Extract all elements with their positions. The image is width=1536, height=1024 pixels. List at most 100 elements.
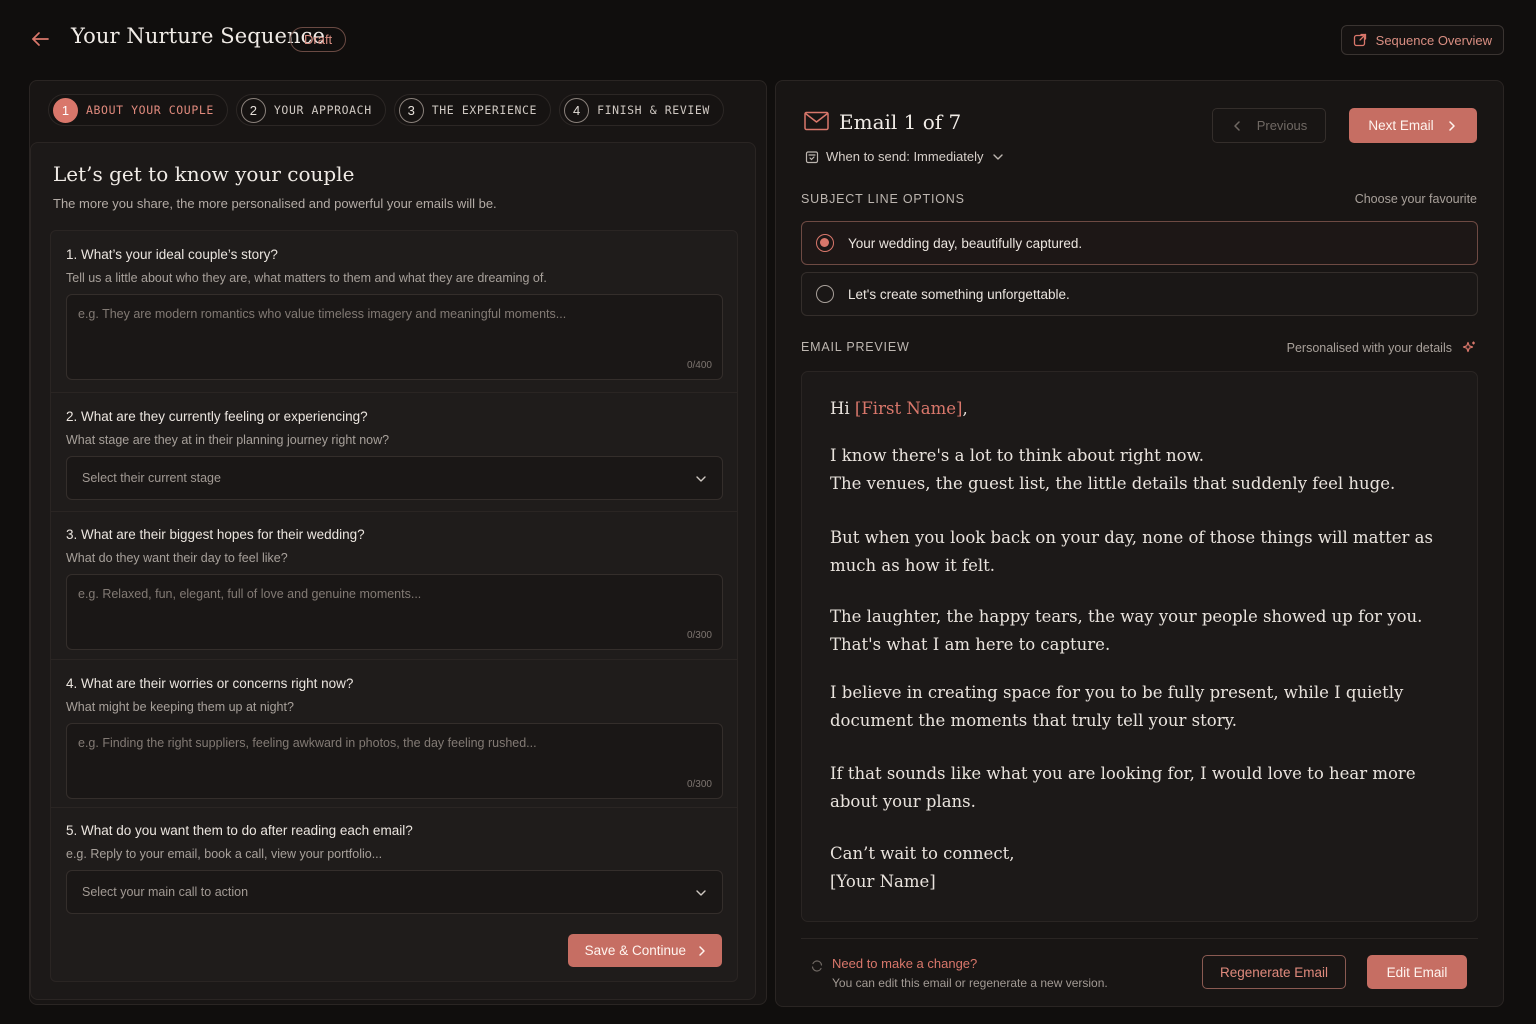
wedding-hopes-textarea[interactable]: e.g. Relaxed, fun, elegant, full of love… bbox=[66, 574, 723, 650]
call-to-action-select[interactable]: Select your main call to action bbox=[66, 870, 723, 914]
email-body-preview: Hi [First Name], I know there's a lot to… bbox=[801, 371, 1478, 922]
textarea-placeholder: e.g. Relaxed, fun, elegant, full of love… bbox=[78, 587, 422, 601]
character-count: 0/300 bbox=[686, 779, 712, 790]
top-bar: Your Nurture Sequence Draft Sequence Ove… bbox=[0, 0, 1536, 80]
signature-token: [Your Name] bbox=[830, 872, 936, 891]
email-line: The venues, the guest list, the little d… bbox=[830, 474, 1396, 493]
divider bbox=[51, 659, 737, 660]
step-label: FINISH & REVIEW bbox=[597, 103, 710, 117]
textarea-placeholder: e.g. They are modern romantics who value… bbox=[78, 307, 567, 321]
select-placeholder: Select your main call to action bbox=[82, 885, 249, 899]
email-line: But when you look back on your day, none… bbox=[830, 528, 1433, 547]
change-title: Need to make a change? bbox=[832, 956, 978, 971]
refresh-icon bbox=[811, 960, 823, 972]
chevron-left-icon bbox=[1233, 120, 1240, 131]
character-count: 0/300 bbox=[686, 630, 712, 641]
question-2: 2. What are they currently feeling or ex… bbox=[66, 409, 723, 500]
form-heading: Let’s get to know your couple bbox=[53, 162, 355, 186]
textarea-placeholder: e.g. Finding the right suppliers, feelin… bbox=[78, 736, 537, 750]
email-greeting: Hi [First Name], bbox=[830, 395, 968, 423]
arrow-left-icon[interactable] bbox=[28, 27, 52, 51]
preview-hint: Personalised with your details bbox=[1287, 340, 1477, 356]
greeting-text: Hi bbox=[830, 399, 855, 418]
step-number: 3 bbox=[398, 97, 424, 123]
divider bbox=[51, 807, 737, 808]
step-tab-your-approach[interactable]: 2 YOUR APPROACH bbox=[235, 94, 386, 126]
sequence-overview-button[interactable]: Sequence Overview bbox=[1340, 25, 1504, 55]
greeting-end: , bbox=[962, 399, 968, 418]
question-title: 3. What are their biggest hopes for thei… bbox=[66, 527, 365, 542]
question-title: 5. What do you want them to do after rea… bbox=[66, 823, 413, 838]
subject-option-text: Let's create something unforgettable. bbox=[848, 286, 1070, 302]
envelope-icon bbox=[804, 111, 829, 131]
questions-container: 1. What’s your ideal couple’s story? Tel… bbox=[50, 230, 738, 982]
chevron-down-icon bbox=[696, 476, 706, 482]
question-title: 1. What’s your ideal couple’s story? bbox=[66, 247, 278, 262]
questionnaire-panel: 1 ABOUT YOUR COUPLE 2 YOUR APPROACH 3 TH… bbox=[29, 80, 767, 1005]
email-line: That's what I am here to capture. bbox=[830, 635, 1111, 654]
save-continue-label: Save & Continue bbox=[584, 943, 686, 958]
chevron-right-icon bbox=[1448, 120, 1455, 131]
subject-line-label: SUBJECT LINE OPTIONS bbox=[801, 192, 965, 206]
regenerate-email-button[interactable]: Regenerate Email bbox=[1202, 955, 1346, 989]
first-name-token: [First Name] bbox=[854, 399, 963, 418]
form-card: Let’s get to know your couple The more y… bbox=[30, 142, 756, 1000]
subject-hint-text: Choose your favourite bbox=[1354, 192, 1477, 206]
previous-label: Previous bbox=[1256, 118, 1308, 133]
current-stage-select[interactable]: Select their current stage bbox=[66, 456, 723, 500]
calendar-icon bbox=[805, 150, 819, 163]
question-help: Tell us a little about who they are, wha… bbox=[66, 271, 547, 285]
subject-option-text: Your wedding day, beautifully captured. bbox=[848, 235, 1083, 251]
change-subtitle: You can edit this email or regenerate a … bbox=[832, 976, 1108, 990]
subject-hint: Choose your favourite bbox=[1355, 192, 1477, 206]
email-preview-panel: Email 1 of 7 When to send: Immediately P… bbox=[775, 80, 1504, 1007]
worries-textarea[interactable]: e.g. Finding the right suppliers, feelin… bbox=[66, 723, 723, 799]
form-subheading: The more you share, the more personalise… bbox=[53, 196, 497, 211]
preview-hint-text: Personalised with your details bbox=[1286, 341, 1452, 355]
chevron-right-icon bbox=[699, 945, 705, 956]
email-line: I believe in creating space for you to b… bbox=[830, 683, 1404, 702]
sparkle-icon bbox=[1462, 341, 1475, 353]
question-3: 3. What are their biggest hopes for thei… bbox=[66, 527, 723, 650]
character-count: 0/400 bbox=[686, 360, 712, 371]
question-help: What stage are they at in their planning… bbox=[66, 433, 390, 447]
next-email-button[interactable]: Next Email bbox=[1349, 108, 1477, 143]
external-link-icon bbox=[1353, 33, 1366, 47]
step-number: 1 bbox=[53, 97, 78, 123]
radio-selected[interactable] bbox=[816, 234, 834, 252]
step-label: ABOUT YOUR COUPLE bbox=[86, 103, 214, 117]
step-tab-the-experience[interactable]: 3 THE EXPERIENCE bbox=[393, 94, 552, 126]
question-help: What do they want their day to feel like… bbox=[66, 551, 288, 565]
radio-unselected[interactable] bbox=[816, 285, 834, 303]
subject-option-1[interactable]: Your wedding day, beautifully captured. bbox=[801, 221, 1478, 265]
question-1: 1. What’s your ideal couple’s story? Tel… bbox=[66, 247, 723, 380]
step-tab-about-your-couple[interactable]: 1 ABOUT YOUR COUPLE bbox=[48, 94, 228, 126]
previous-button[interactable]: Previous bbox=[1212, 108, 1326, 143]
email-line: document the moments that truly tell you… bbox=[830, 711, 1237, 730]
question-help: What might be keeping them up at night? bbox=[66, 700, 294, 714]
couple-story-textarea[interactable]: e.g. They are modern romantics who value… bbox=[66, 294, 723, 380]
email-line: If that sounds like what you are looking… bbox=[830, 764, 1416, 783]
edit-email-button[interactable]: Edit Email bbox=[1367, 955, 1467, 989]
email-line: I know there's a lot to think about righ… bbox=[830, 446, 1205, 465]
sequence-overview-label: Sequence Overview bbox=[1375, 32, 1492, 48]
step-tabs: 1 ABOUT YOUR COUPLE 2 YOUR APPROACH 3 TH… bbox=[48, 94, 724, 126]
subject-option-2[interactable]: Let's create something unforgettable. bbox=[801, 272, 1478, 316]
step-label: YOUR APPROACH bbox=[273, 103, 372, 117]
step-tab-finish-review[interactable]: 4 FINISH & REVIEW bbox=[559, 94, 724, 126]
save-continue-button[interactable]: Save & Continue bbox=[567, 934, 722, 967]
divider bbox=[51, 511, 737, 512]
send-timing-dropdown[interactable]: When to send: Immediately bbox=[805, 149, 1005, 164]
email-line: much as how it felt. bbox=[830, 556, 996, 575]
question-title: 4. What are their worries or concerns ri… bbox=[66, 676, 354, 691]
step-number: 4 bbox=[564, 97, 590, 123]
status-badge: Draft bbox=[290, 27, 347, 52]
select-placeholder: Select their current stage bbox=[82, 471, 221, 485]
next-email-label: Next Email bbox=[1368, 118, 1434, 133]
chevron-down-icon bbox=[992, 153, 1003, 160]
email-line: about your plans. bbox=[830, 792, 976, 811]
send-timing-label: When to send: Immediately bbox=[826, 149, 984, 164]
email-preview-label: EMAIL PREVIEW bbox=[801, 340, 910, 354]
divider bbox=[801, 938, 1478, 939]
question-4: 4. What are their worries or concerns ri… bbox=[66, 676, 723, 799]
